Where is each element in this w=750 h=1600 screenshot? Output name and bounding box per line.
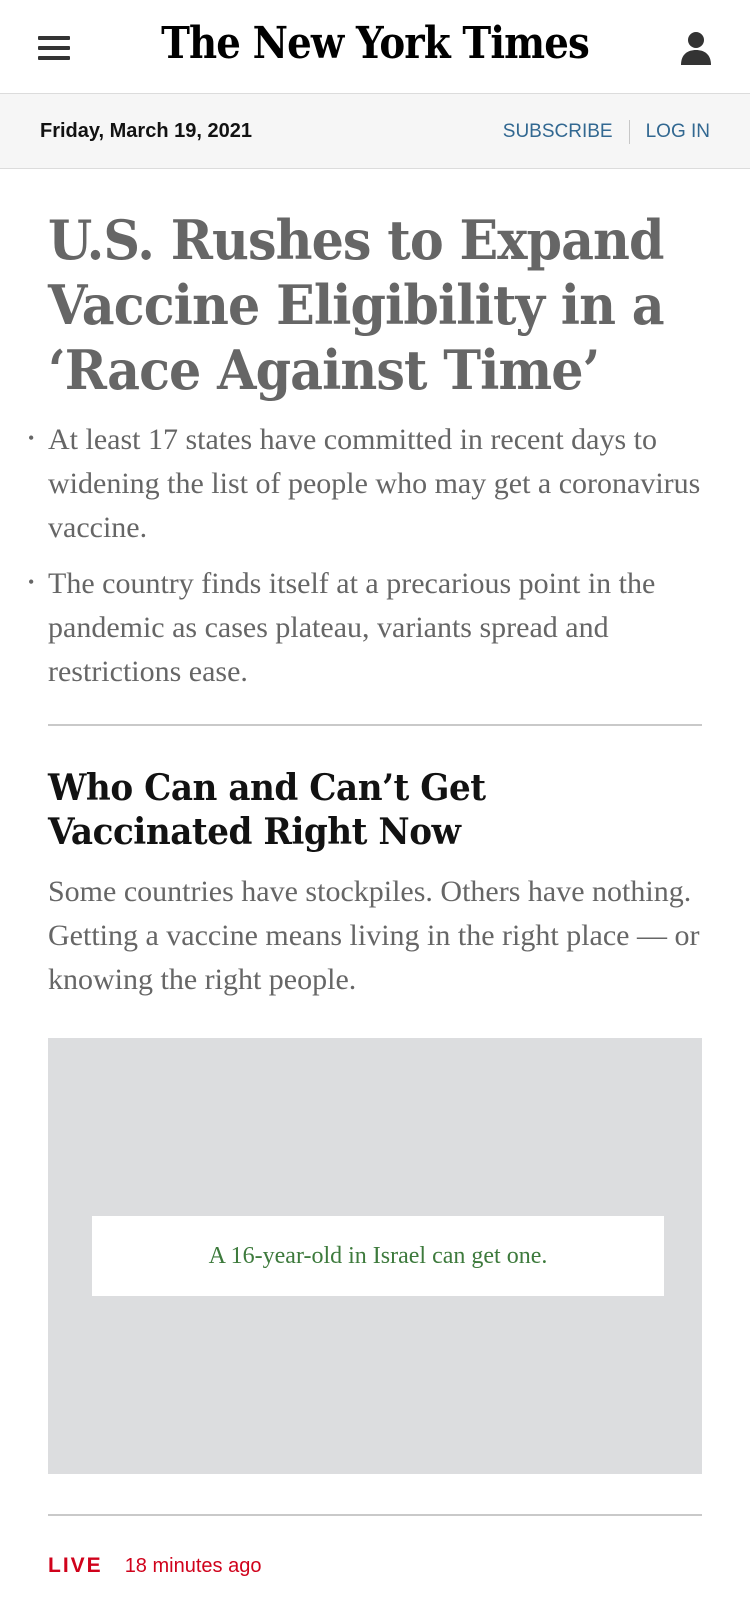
lead-story[interactable]: U.S. Rushes to Expand Vaccine Eligibilit… <box>48 208 708 403</box>
subscribe-link[interactable]: SUBSCRIBE <box>503 121 613 143</box>
second-story[interactable]: Who Can and Can’t Get Vaccinated Right N… <box>48 766 708 1002</box>
current-date: Friday, March 19, 2021 <box>40 120 252 142</box>
summary-bullet: At least 17 states have committed in rec… <box>28 416 708 550</box>
live-label: LIVE <box>48 1554 103 1577</box>
login-link[interactable]: LOG IN <box>646 121 710 143</box>
timestamp: 18 minutes ago <box>124 1554 262 1577</box>
account-links: SUBSCRIBE LOG IN <box>503 120 710 144</box>
top-bar: The New York Times <box>0 0 750 94</box>
lead-summary-list: At least 17 states have committed in rec… <box>28 416 708 706</box>
story-media[interactable]: A 16-year-old in Israel can get one. <box>48 1038 702 1474</box>
date-bar: Friday, March 19, 2021 SUBSCRIBE LOG IN <box>0 94 750 169</box>
lead-headline[interactable]: U.S. Rushes to Expand Vaccine Eligibilit… <box>48 208 668 403</box>
person-icon[interactable] <box>680 30 712 66</box>
story-summary: Some countries have stockpiles. Others h… <box>48 875 700 996</box>
masthead-logo[interactable]: The New York Times <box>45 18 705 69</box>
summary-bullet: The country finds itself at a precarious… <box>28 560 708 694</box>
section-divider <box>48 1514 702 1516</box>
section-divider <box>48 724 702 726</box>
divider <box>628 120 630 144</box>
story-headline[interactable]: Who Can and Can’t Get Vaccinated Right N… <box>48 766 675 854</box>
live-item[interactable]: LIVE 18 minutes ago <box>48 1554 261 1578</box>
media-caption-card: A 16-year-old in Israel can get one. <box>92 1216 664 1296</box>
